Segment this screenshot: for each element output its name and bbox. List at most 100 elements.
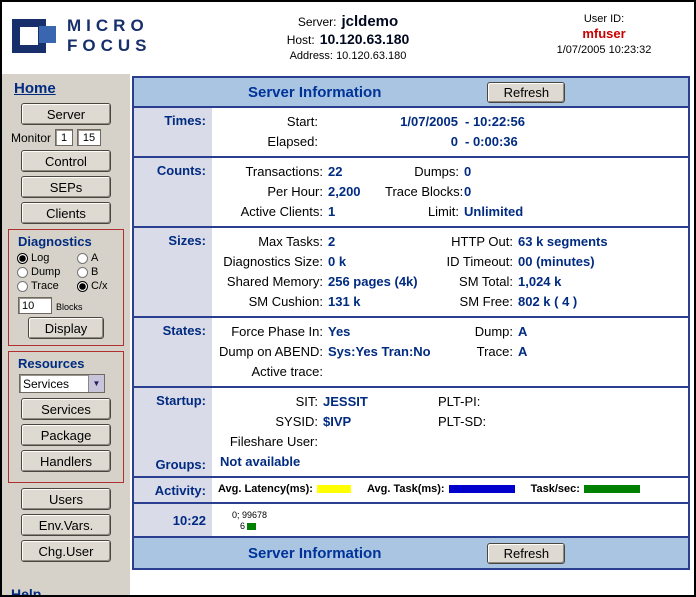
radio-log-input[interactable] [17, 253, 28, 264]
chg-user-button[interactable]: Chg.User [21, 540, 111, 562]
field-value: 2 [323, 232, 443, 252]
radio-trace-label: Trace [31, 280, 59, 292]
micro-focus-logo-icon [12, 14, 58, 58]
latency-bar [317, 485, 351, 493]
counts-label: Counts: [134, 158, 212, 226]
timeline-green-bar [247, 523, 256, 530]
field-value: 802 k ( 4 ) [513, 292, 577, 312]
refresh-button-bottom[interactable]: Refresh [487, 543, 565, 564]
field-value: 2,200 [323, 182, 385, 202]
blocks-input[interactable] [18, 297, 52, 314]
groups-value: Not available [218, 452, 684, 472]
radio-trace[interactable]: Trace [17, 280, 77, 292]
server-button[interactable]: Server [21, 103, 111, 125]
field-label: Fileshare User: [218, 432, 318, 452]
field-value: $IVP [318, 412, 438, 432]
field-label: Diagnostics Size: [218, 252, 323, 272]
page-header: MICRO FOCUS Server:jcldemo Host:10.120.6… [2, 2, 694, 74]
field-value: 0 [459, 182, 471, 202]
field-label: Active trace: [218, 362, 323, 382]
activity-label: Activity: [134, 478, 212, 502]
timeline-values: 0; 99678 [232, 508, 684, 521]
user-info: User ID: mfuser 1/07/2005 10:23:32 [534, 13, 674, 56]
panel-footer-title: Server Information [248, 545, 381, 562]
activity-section: Activity: Avg. Latency(ms): Avg. Task(ms… [134, 478, 688, 504]
server-name: jcldemo [342, 13, 399, 30]
resources-panel: Resources Services ▼ Services Package Ha… [8, 351, 124, 483]
refresh-button[interactable]: Refresh [487, 82, 565, 103]
panel-footer-bar: Server Information Refresh [134, 538, 688, 568]
field-label: ID Timeout: [443, 252, 513, 272]
field-value [323, 362, 443, 382]
diagnostics-radio-group: Log A Dump B [17, 252, 121, 292]
body-row: Home Server Monitor Control SEPs Clients… [2, 74, 694, 597]
app-window: MICRO FOCUS Server:jcldemo Host:10.120.6… [0, 0, 696, 597]
radio-a[interactable]: A [77, 252, 125, 264]
startup-row: SYSID: $IVP PLT-SD: [218, 412, 684, 432]
monitor-controls: Monitor [11, 129, 126, 146]
field-value: 0 [459, 162, 471, 182]
monitor-interval-input[interactable] [55, 129, 73, 146]
radio-b-input[interactable] [77, 267, 88, 278]
home-link[interactable]: Home [14, 80, 56, 97]
field-label: Transactions: [218, 162, 323, 182]
diagnostics-title: Diagnostics [18, 234, 121, 249]
user-id-label: User ID: [534, 13, 674, 25]
panel-title: Server Information [248, 84, 381, 101]
radio-cx[interactable]: C/x [77, 280, 125, 292]
radio-a-label: A [91, 252, 98, 264]
host-value: 10.120.63.180 [320, 31, 410, 47]
blocks-row: Blocks [18, 297, 121, 314]
field-value: 1,024 k [513, 272, 561, 292]
sizes-label: Sizes: [134, 228, 212, 316]
counts-row: Transactions: 22 Dumps: 0 [218, 162, 684, 182]
field-value: JESSIT [318, 392, 438, 412]
tasksec-bar [584, 485, 640, 493]
field-value: - 10:22:56 [458, 112, 525, 132]
field-label: Trace: [443, 342, 513, 362]
legend-task: Avg. Task(ms): [367, 483, 515, 495]
times-section: Times: Start: 1/07/2005 - 10:22:56 Elaps… [134, 108, 688, 158]
states-section: States: Force Phase In: Yes Dump: A Dump… [134, 318, 688, 388]
services-button[interactable]: Services [21, 398, 111, 420]
radio-trace-input[interactable] [17, 281, 28, 292]
radio-dump[interactable]: Dump [17, 266, 77, 278]
clients-button[interactable]: Clients [21, 202, 111, 224]
sizes-row: Shared Memory: 256 pages (4k) SM Total: … [218, 272, 684, 292]
field-label: Trace Blocks: [385, 182, 459, 202]
field-value: 63 k segments [513, 232, 608, 252]
handlers-button[interactable]: Handlers [21, 450, 111, 472]
panel-header-bar: Server Information Refresh [134, 78, 688, 108]
radio-b[interactable]: B [77, 266, 125, 278]
field-value: 256 pages (4k) [323, 272, 443, 292]
monitor-count-input[interactable] [77, 129, 101, 146]
display-button[interactable]: Display [28, 317, 104, 339]
field-value [318, 432, 438, 452]
sizes-row: SM Cushion: 131 k SM Free: 802 k ( 4 ) [218, 292, 684, 312]
resources-select[interactable]: Services ▼ [19, 374, 105, 393]
field-value: 1 [323, 202, 385, 222]
radio-a-input[interactable] [77, 253, 88, 264]
monitor-label: Monitor [11, 131, 51, 145]
timeline-value-2: 6 [240, 521, 245, 532]
startup-row: Fileshare User: [218, 432, 684, 452]
field-label: Max Tasks: [218, 232, 323, 252]
field-label: HTTP Out: [443, 232, 513, 252]
address-value: 10.120.63.180 [336, 50, 406, 62]
radio-cx-input[interactable] [77, 281, 88, 292]
radio-dump-input[interactable] [17, 267, 28, 278]
field-label: SM Cushion: [218, 292, 323, 312]
radio-log[interactable]: Log [17, 252, 77, 264]
legend-tasksec: Task/sec: [531, 483, 640, 495]
field-label: Active Clients: [218, 202, 323, 222]
field-value: 1/07/2005 [318, 112, 458, 132]
radio-dump-label: Dump [31, 266, 60, 278]
control-button[interactable]: Control [21, 150, 111, 172]
groups-label-text: Groups: [155, 457, 206, 472]
package-button[interactable]: Package [21, 424, 111, 446]
seps-button[interactable]: SEPs [21, 176, 111, 198]
states-row: Active trace: [218, 362, 684, 382]
field-value [518, 412, 523, 432]
env-vars-button[interactable]: Env.Vars. [21, 514, 111, 536]
users-button[interactable]: Users [21, 488, 111, 510]
